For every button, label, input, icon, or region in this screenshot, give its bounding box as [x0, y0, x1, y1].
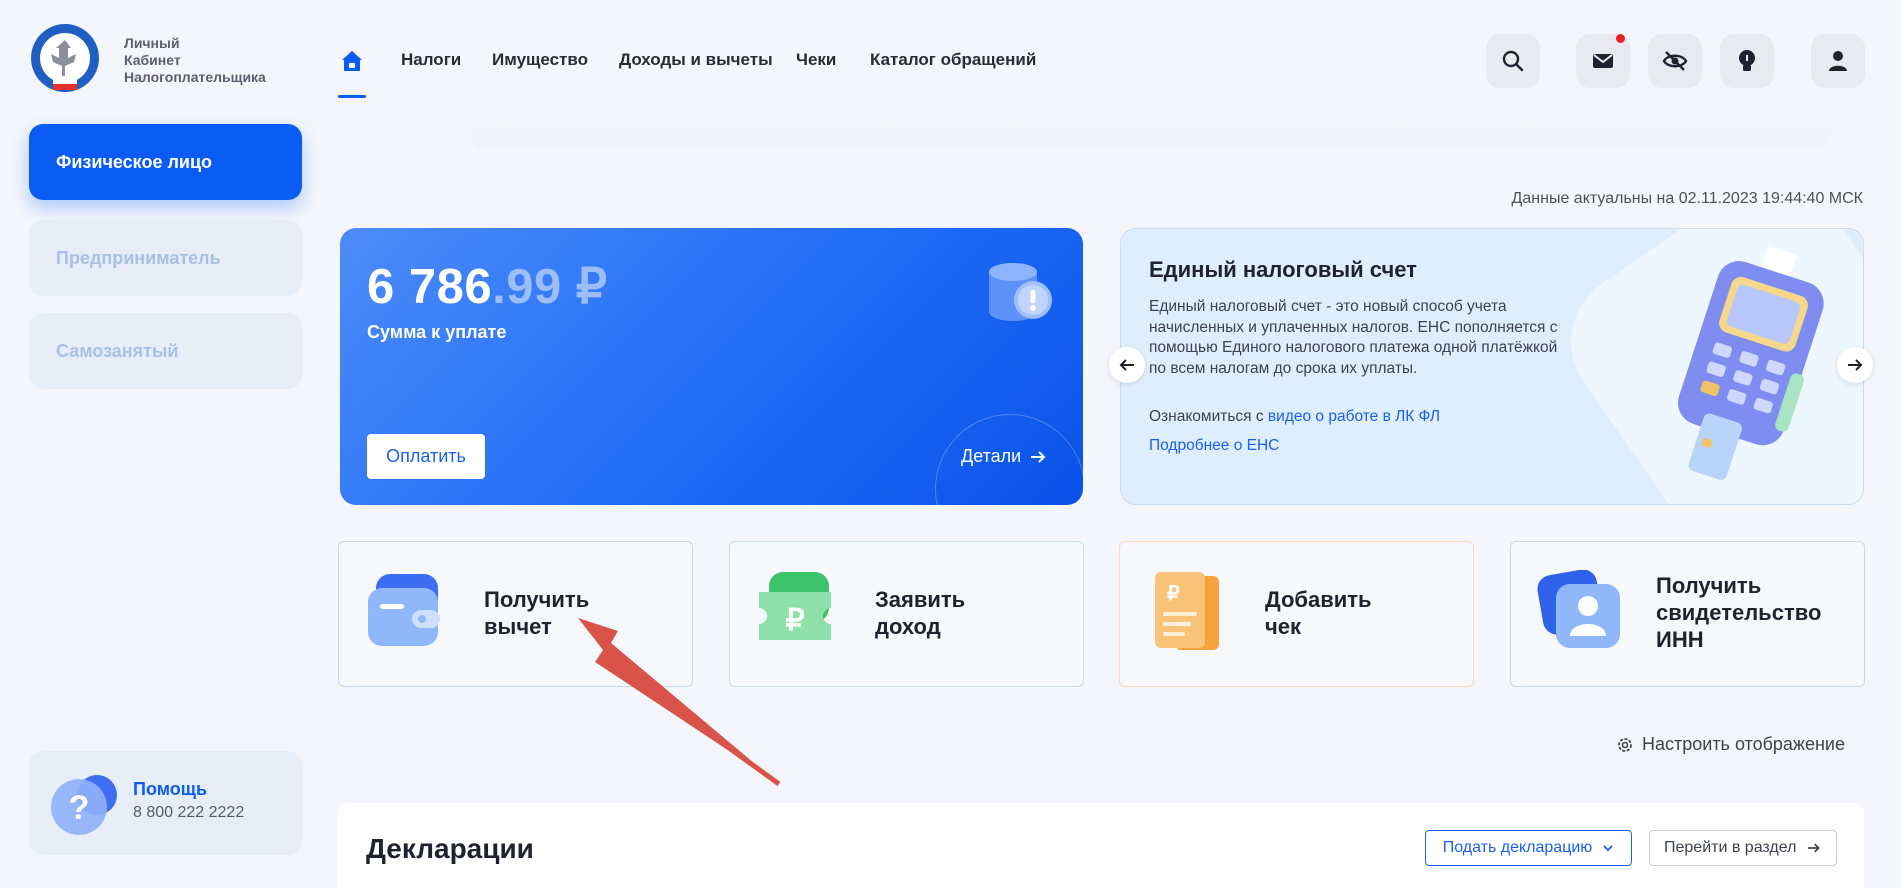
- brand-title: Личный Кабинет Налогоплательщика: [124, 35, 266, 85]
- fns-emblem-logo: [31, 24, 99, 92]
- declarations-section: Декларации Подать декларацию Перейти в р…: [338, 803, 1864, 888]
- details-link[interactable]: Детали: [961, 446, 1047, 467]
- nav-request-catalog[interactable]: Каталог обращений: [870, 50, 1036, 70]
- sidebar-item-entrepreneur[interactable]: Предприниматель: [29, 220, 302, 296]
- payment-terminal-illustration: [1678, 245, 1824, 480]
- carousel-next-button[interactable]: [1837, 347, 1873, 383]
- ens-intro: Ознакомиться с видео о работе в ЛК ФЛ: [1149, 408, 1441, 425]
- svg-text:?: ?: [69, 789, 90, 827]
- ens-video-link[interactable]: видео о работе в ЛК ФЛ: [1268, 408, 1440, 425]
- arrow-right-icon: [1808, 843, 1821, 853]
- nav-income-deductions[interactable]: Доходы и вычеты: [619, 50, 773, 70]
- get-inn-certificate-tile[interactable]: Получить свидетельство ИНН: [1510, 541, 1865, 687]
- help-question-icon: ?: [51, 775, 117, 835]
- coins-alert-icon: [989, 263, 1052, 321]
- tips-button[interactable]: [1720, 34, 1774, 88]
- ens-description: Единый налоговый счет - это новый способ…: [1149, 298, 1558, 377]
- balance-amount: 6 786.99 ₽: [367, 260, 608, 314]
- user-icon: [1829, 51, 1847, 71]
- home-icon[interactable]: [340, 49, 364, 73]
- ens-title: Единый налоговый счет: [1149, 257, 1417, 282]
- submit-declaration-dropdown[interactable]: Подать декларацию: [1425, 830, 1632, 866]
- data-updated-timestamp: Данные актуальны на 02.11.2023 19:44:40 …: [1511, 190, 1863, 207]
- go-to-section-button[interactable]: Перейти в раздел: [1649, 830, 1837, 866]
- tile-label: Получить вычет: [484, 587, 590, 639]
- mail-icon: [1593, 54, 1613, 68]
- customize-display-link[interactable]: Настроить отображение: [1616, 734, 1845, 755]
- sidebar-item-individual[interactable]: Физическое лицо: [29, 124, 302, 200]
- tile-label: Добавить чек: [1265, 587, 1372, 639]
- arrow-left-icon: [1119, 359, 1134, 371]
- ens-promo-card: Единый налоговый счет Единый налоговый с…: [1120, 228, 1864, 505]
- balance-label: Сумма к уплате: [367, 322, 507, 342]
- chevron-down-icon: [1603, 845, 1613, 852]
- help-card[interactable]: ? Помощь 8 800 222 2222: [29, 751, 302, 855]
- home-active-indicator: [338, 95, 366, 98]
- balance-card: 6 786.99 ₽ Сумма к уплате Оплатить Детал…: [340, 228, 1083, 505]
- id-card-icon: [1537, 570, 1620, 648]
- nav-property[interactable]: Имущество: [492, 50, 588, 70]
- help-phone[interactable]: 8 800 222 2222: [133, 804, 244, 822]
- ens-more-link[interactable]: Подробнее о ЕНС: [1149, 437, 1279, 455]
- receipt-icon: ₽: [1155, 572, 1219, 650]
- sidebar-item-self-employed[interactable]: Самозанятый: [29, 313, 302, 389]
- carousel-prev-button[interactable]: [1109, 347, 1145, 383]
- gear-icon: [1618, 737, 1632, 752]
- get-deduction-tile[interactable]: Получить вычет: [338, 541, 693, 687]
- notification-dot: [1616, 34, 1625, 43]
- eye-off-icon: [1662, 51, 1688, 71]
- sidebar-item-label: Предприниматель: [56, 247, 221, 268]
- sidebar-item-label: Самозанятый: [56, 340, 179, 361]
- messages-button[interactable]: [1576, 34, 1630, 88]
- search-button[interactable]: [1486, 34, 1540, 88]
- hide-amounts-button[interactable]: [1648, 34, 1702, 88]
- svg-text:₽: ₽: [1167, 583, 1180, 605]
- profile-button[interactable]: [1811, 34, 1865, 88]
- submit-declaration-label: Подать декларацию: [1442, 839, 1593, 856]
- sidebar-item-label: Физическое лицо: [56, 151, 213, 172]
- help-title[interactable]: Помощь: [133, 779, 207, 800]
- go-to-section-label: Перейти в раздел: [1664, 839, 1797, 856]
- wallet-icon: [368, 574, 440, 646]
- arrow-right-icon: [1031, 450, 1046, 463]
- svg-text:₽: ₽: [785, 604, 804, 637]
- nav-taxes[interactable]: Налоги: [401, 50, 461, 70]
- declarations-title: Декларации: [366, 833, 534, 864]
- nav-shadow: [470, 120, 1830, 150]
- details-label: Детали: [961, 446, 1022, 466]
- lightbulb-icon: [1739, 50, 1755, 71]
- declare-income-tile[interactable]: ₽ Заявить доход: [729, 541, 1084, 687]
- ruble-ticket-icon: ₽: [759, 572, 831, 640]
- arrow-right-icon: [1848, 359, 1863, 371]
- pay-button[interactable]: Оплатить: [367, 434, 485, 479]
- search-icon: [1502, 50, 1524, 72]
- tile-label: Получить свидетельство ИНН: [1656, 573, 1822, 652]
- add-receipt-tile[interactable]: ₽ Добавить чек: [1119, 541, 1474, 687]
- tile-label: Заявить доход: [875, 587, 966, 639]
- customize-display-label: Настроить отображение: [1641, 734, 1845, 754]
- nav-receipts[interactable]: Чеки: [796, 50, 836, 70]
